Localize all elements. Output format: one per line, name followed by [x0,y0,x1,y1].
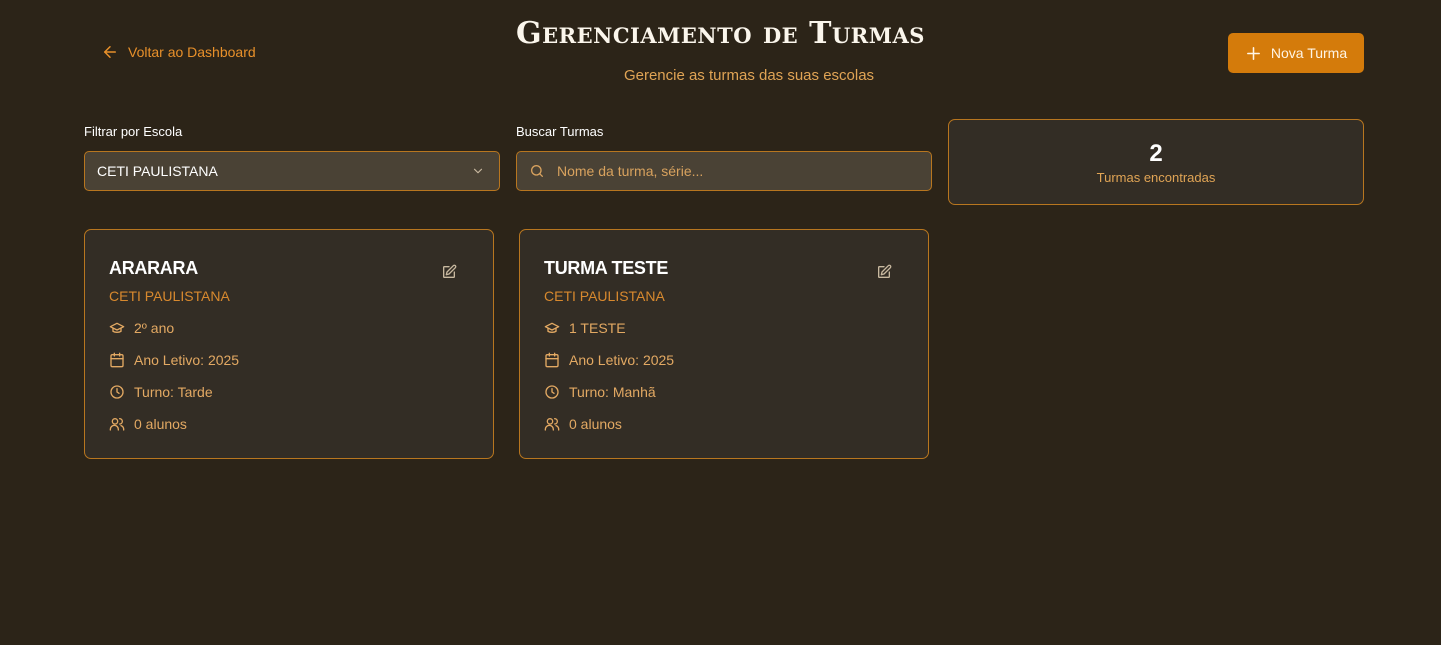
results-counter: 2 Turmas encontradas [948,119,1364,205]
edit-icon [443,264,457,278]
page-subtitle: Gerencie as turmas das suas escolas [623,67,875,84]
class-shift-text: Turno: Tarde [134,384,213,400]
class-students: 0 alunos [544,416,904,432]
class-grade-text: 2º ano [134,320,175,336]
school-filter-value: CETI PAULISTANA [97,163,218,179]
class-shift-text: Turno: Manhã [569,384,656,400]
class-grade: 1 TESTE [544,320,904,336]
class-card: TURMA TESTE CETI PAULISTANA 1 TESTE Ano … [519,229,929,459]
graduation-cap-icon [544,322,560,333]
class-students: 0 alunos [109,416,469,432]
class-name: ARARARA [109,258,198,278]
search-input[interactable] [557,163,919,179]
class-school: CETI PAULISTANA [544,288,665,304]
page: Voltar ao Dashboard Gerenciamento de Tur… [0,0,1441,645]
school-filter-label: Filtrar por Escola [84,124,183,139]
class-year-text: Ano Letivo: 2025 [134,352,240,368]
class-school: CETI PAULISTANA [109,288,230,304]
clock-icon [545,385,559,399]
new-class-button-label: Nova Turma [1270,45,1348,61]
new-class-button[interactable]: Nova Turma [1228,33,1364,73]
search-label: Buscar Turmas [516,124,604,139]
class-students-text: 0 alunos [569,416,622,432]
clock-icon [110,385,124,399]
search-box [516,151,932,191]
graduation-cap-icon [109,322,125,333]
results-count-label: Turmas encontradas [1096,170,1216,185]
chevron-down-icon [473,168,483,174]
calendar-icon [110,352,124,368]
results-count: 2 [1149,140,1163,167]
edit-class-button[interactable] [441,264,457,280]
class-year-text: Ano Letivo: 2025 [569,352,675,368]
class-shift: Turno: Manhã [544,384,904,400]
class-year: Ano Letivo: 2025 [109,352,469,368]
class-shift: Turno: Tarde [109,384,469,400]
school-filter-select[interactable]: CETI PAULISTANA [84,151,500,191]
class-year: Ano Letivo: 2025 [544,352,904,368]
class-students-text: 0 alunos [134,416,187,432]
class-grade-text: 1 TESTE [569,320,626,336]
users-icon [544,418,560,431]
calendar-icon [545,352,559,368]
page-title: Gerenciamento de Turmas [516,16,925,51]
plus-icon [1246,46,1260,60]
edit-icon [878,264,892,278]
search-icon [531,165,543,177]
users-icon [109,418,125,431]
edit-class-button[interactable] [876,264,892,280]
class-grade: 2º ano [109,320,469,336]
class-card: ARARARA CETI PAULISTANA 2º ano Ano Letiv… [84,229,494,459]
class-name: TURMA TESTE [544,258,669,278]
